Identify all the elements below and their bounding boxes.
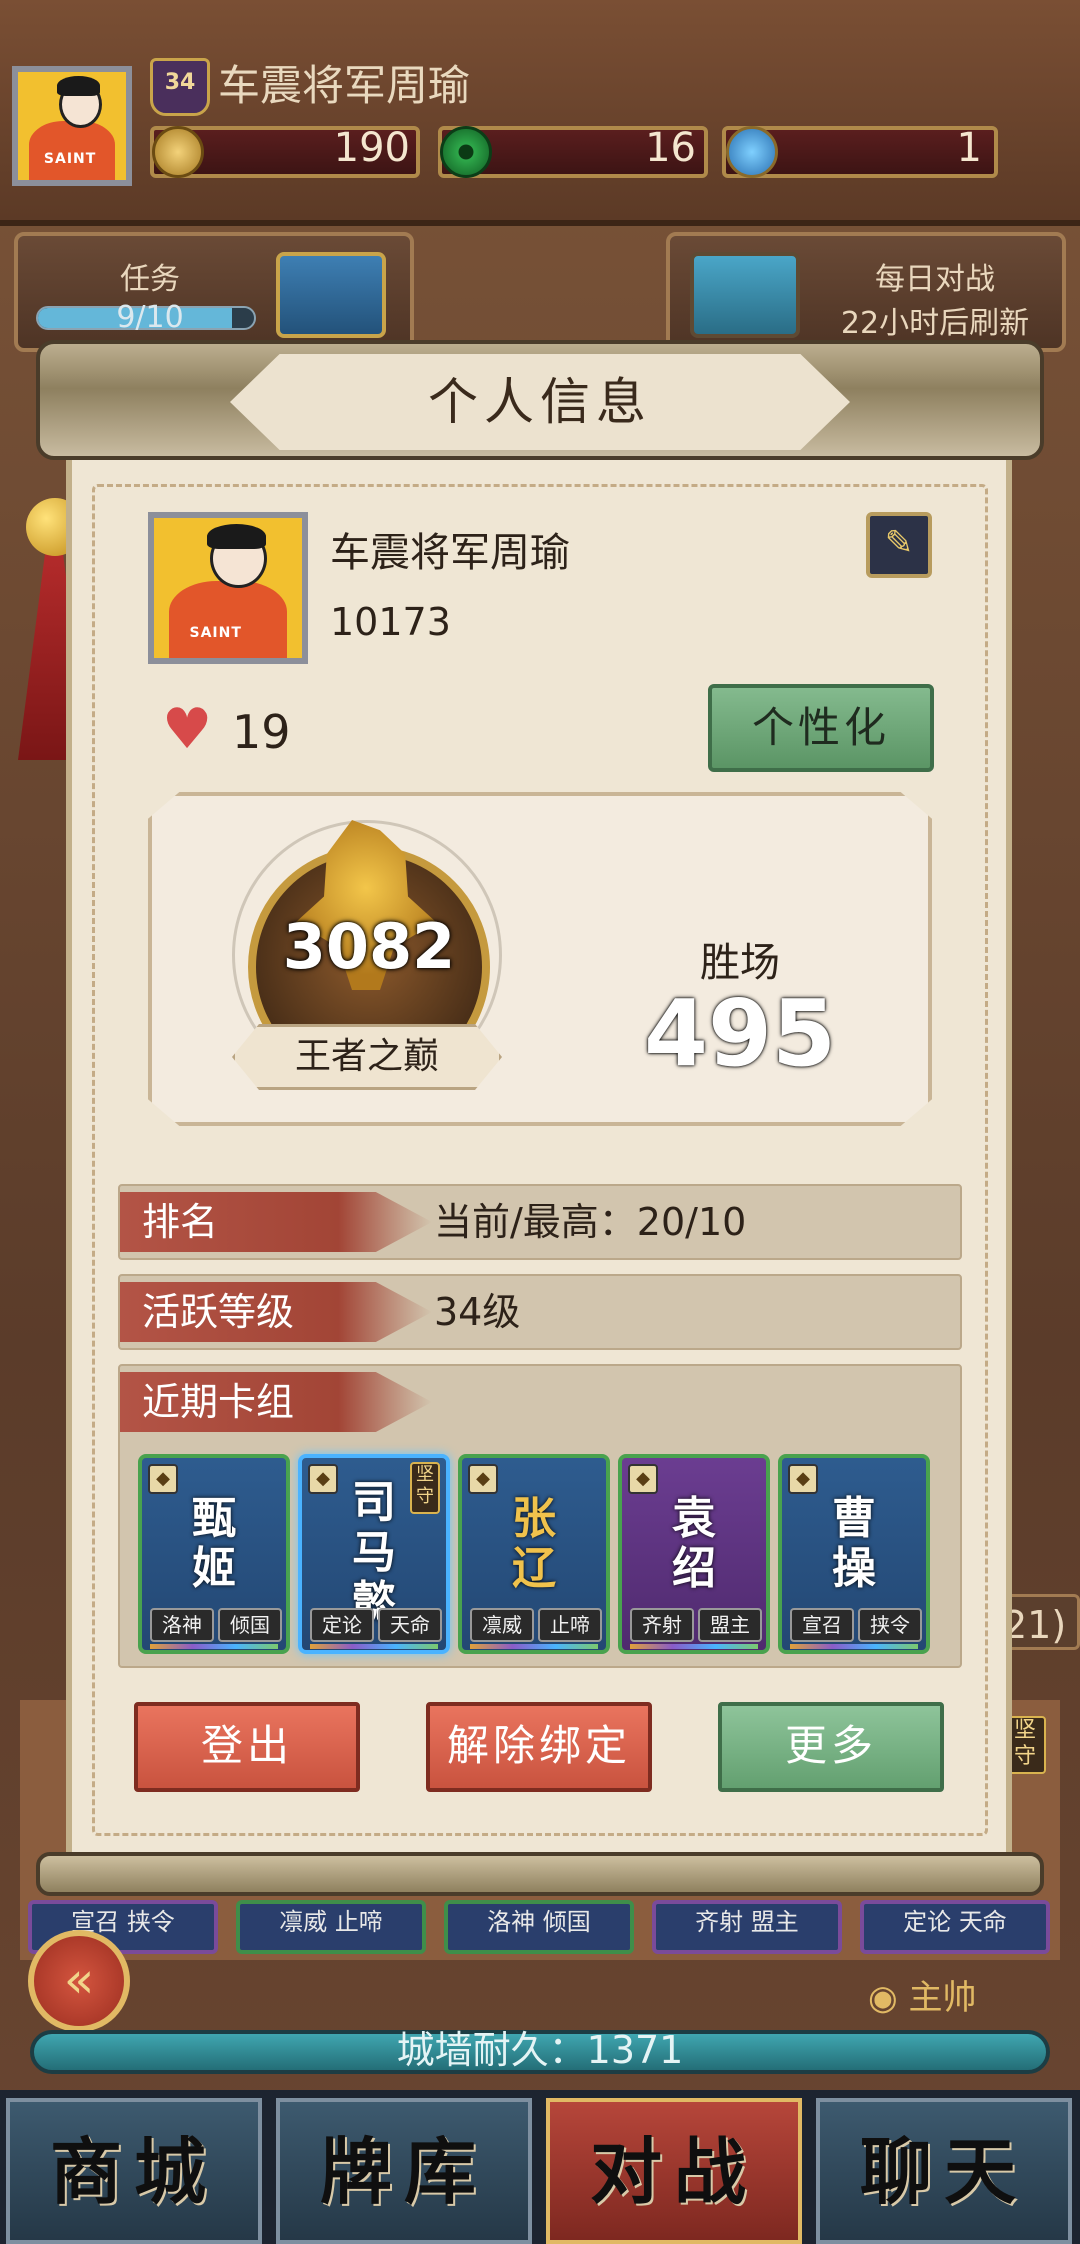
card-skill-tag: 洛神	[150, 1608, 214, 1642]
card-skill-tag: 齐射	[630, 1608, 694, 1642]
active-level-value: 34级	[434, 1290, 521, 1334]
commander-label: 主帅	[908, 1978, 977, 2018]
rank-row-value: 当前/最高：20/10	[434, 1200, 747, 1244]
daily-battle-label: 每日对战	[875, 262, 995, 297]
personalize-button[interactable]: 个性化	[708, 684, 934, 772]
heart-icon[interactable]: ♥	[162, 700, 212, 760]
jade-value: 16	[645, 125, 696, 171]
gold-value: 190	[333, 125, 410, 171]
profile-uid: 10173	[330, 600, 451, 644]
card-type-icon: ◆	[628, 1464, 658, 1494]
card-skill-tag: 定论	[310, 1608, 374, 1642]
card-name: 司马懿	[352, 1477, 396, 1628]
card-skill-tag: 天命	[378, 1608, 442, 1642]
wall-durability-text: 城墙耐久：1371	[396, 2028, 684, 2072]
nav-deck[interactable]: 牌库	[276, 2098, 532, 2244]
card-skill-tag: 盟主	[698, 1608, 762, 1642]
card-name: 袁绍	[672, 1493, 716, 1594]
bg-card-tags: 凛威 止啼	[279, 1908, 383, 1936]
more-button[interactable]: 更多	[718, 1702, 944, 1792]
likes-count: 19	[232, 705, 291, 759]
deck-card[interactable]: ◆ 坚守司马懿定论 天命	[298, 1454, 450, 1654]
back-arrow-icon: «	[63, 1951, 95, 2009]
logout-button[interactable]: 登出	[134, 1702, 360, 1792]
task-progress-text: 9/10	[116, 300, 184, 335]
player-avatar[interactable]: SAINT	[12, 66, 132, 186]
card-skill-tag: 挟令	[858, 1608, 922, 1642]
card-color-strip	[790, 1644, 918, 1649]
avatar-art: SAINT	[18, 72, 126, 180]
active-level-label: 活跃等级	[120, 1282, 432, 1342]
nav-battle[interactable]: 对战	[546, 2098, 802, 2244]
player-name: 车震将军周瑜	[218, 61, 471, 110]
nav-shop-label: 商城	[49, 2130, 218, 2214]
pencil-icon: ✎	[884, 523, 914, 563]
deck-card[interactable]: ◆ 袁绍齐射 盟主	[618, 1454, 770, 1654]
gem-icon	[726, 126, 778, 178]
gold-coin-icon	[152, 126, 204, 178]
wins-value: 495	[643, 980, 837, 1087]
card-skill-tag: 倾国	[218, 1608, 282, 1642]
rank-row-label: 排名	[120, 1192, 432, 1252]
back-button[interactable]: «	[28, 1930, 130, 2032]
dialog-title: 个人信息	[428, 373, 652, 431]
daily-chest-icon	[690, 252, 800, 338]
card-color-strip	[150, 1644, 278, 1649]
card-type-icon: ◆	[468, 1464, 498, 1494]
card-name: 张辽	[512, 1493, 556, 1594]
daily-refresh-text: 22小时后刷新	[840, 306, 1030, 341]
nav-deck-label: 牌库	[319, 2130, 488, 2214]
bg-card-tags: 定论 天命	[903, 1908, 1007, 1936]
deck-card[interactable]: ◆ 曹操宣召 挟令	[778, 1454, 930, 1654]
nav-shop[interactable]: 商城	[6, 2098, 262, 2244]
gem-value: 1	[956, 125, 982, 171]
profile-avatar-art: SAINT	[154, 518, 302, 658]
deck-card[interactable]: ◆ 甄姬洛神 倾国	[138, 1454, 290, 1654]
radio-icon: ◉	[868, 1978, 898, 2018]
nav-chat[interactable]: 聊天	[816, 2098, 1072, 2244]
rank-title: 王者之巅	[294, 1036, 439, 1077]
card-name: 甄姬	[192, 1493, 236, 1594]
recent-deck-label: 近期卡组	[120, 1372, 432, 1432]
task-label: 任务	[120, 262, 180, 297]
bg-deck-count: 21)	[1000, 1594, 1080, 1650]
bg-card-tags: 齐射 盟主	[695, 1908, 799, 1936]
bg-card-5: 定论 天命	[860, 1900, 1050, 1954]
bg-card-4: 齐射 盟主	[652, 1900, 842, 1954]
level-badge: 34	[150, 58, 210, 116]
jade-coin-icon	[440, 126, 492, 178]
nav-chat-label: 聊天	[859, 2130, 1028, 2214]
deck-card[interactable]: ◆ 张辽凛威 止啼	[458, 1454, 610, 1654]
nav-battle-label: 对战	[589, 2130, 758, 2214]
task-chest-icon	[276, 252, 386, 338]
scroll-bottom-roller	[36, 1852, 1044, 1896]
card-color-strip	[470, 1644, 598, 1649]
card-skill-tag: 宣召	[790, 1608, 854, 1642]
unbind-button[interactable]: 解除绑定	[426, 1702, 652, 1792]
profile-name: 车震将军周瑜	[330, 530, 570, 576]
card-color-strip	[630, 1644, 758, 1649]
bg-card-3: 洛神 倾国	[444, 1900, 634, 1954]
card-name: 曹操	[832, 1493, 876, 1594]
card-skill-tag: 凛威	[470, 1608, 534, 1642]
profile-avatar[interactable]: SAINT	[148, 512, 308, 664]
card-type-icon: ◆	[788, 1464, 818, 1494]
card-color-strip	[310, 1644, 438, 1649]
bg-card-2: 凛威 止啼	[236, 1900, 426, 1954]
edit-name-button[interactable]: ✎	[866, 512, 932, 578]
bg-card-tags: 洛神 倾国	[487, 1908, 591, 1936]
commander-toggle[interactable]: ◉ 主帅	[868, 1970, 1068, 2019]
card-type-icon: ◆	[148, 1464, 178, 1494]
rank-score: 3082	[282, 910, 456, 983]
card-skill-tag: 止啼	[538, 1608, 602, 1642]
